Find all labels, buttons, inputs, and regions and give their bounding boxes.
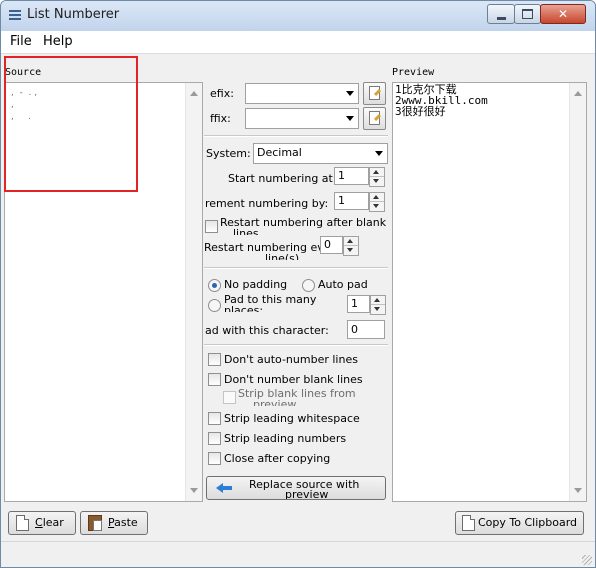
stepper-up-icon[interactable] <box>347 239 353 243</box>
minimize-icon <box>496 17 506 20</box>
preview-line: 3很好很好 <box>395 105 446 118</box>
close-after-copy-label: Close after copying <box>224 452 331 465</box>
copy-to-clipboard-button[interactable]: Copy To Clipboard <box>455 511 584 535</box>
stepper-up-icon[interactable] <box>373 170 379 174</box>
system-combo[interactable]: Decimal <box>253 143 388 164</box>
close-icon: ✕ <box>557 7 569 21</box>
status-bar <box>1 541 595 567</box>
dont-auto-number-checkbox[interactable] <box>208 353 221 366</box>
prefix-edit-button[interactable] <box>363 82 386 105</box>
restart-every-label-cont: line(s) <box>265 252 300 260</box>
strip-leading-whitespace-checkbox[interactable] <box>208 412 221 425</box>
close-button[interactable]: ✕ <box>540 4 586 24</box>
chevron-down-icon <box>375 151 383 156</box>
divider <box>204 267 388 269</box>
prefix-combo[interactable] <box>245 83 359 104</box>
strip-leading-numbers-label: Strip leading numbers <box>224 432 347 445</box>
paste-icon <box>88 515 102 531</box>
restart-every-label: Restart numbering ev <box>204 241 324 254</box>
pad-char-input[interactable]: 0 <box>347 320 385 339</box>
pad-places-label-cont: places: <box>224 304 264 312</box>
restart-after-blank-label-cont: lines <box>233 227 259 235</box>
replace-source-button[interactable]: Replace source with preview <box>206 476 386 500</box>
system-label: System: <box>206 147 251 160</box>
preview-scrollbar[interactable] <box>569 83 586 501</box>
arrow-left-icon <box>216 483 232 493</box>
paste-button[interactable]: Paste <box>80 511 148 535</box>
stepper-down-icon[interactable] <box>347 248 353 252</box>
divider <box>204 344 388 346</box>
stepper-down-icon[interactable] <box>373 179 379 183</box>
suffix-label: ffix: <box>210 112 231 125</box>
pad-places-radio[interactable] <box>208 299 221 312</box>
clear-button[interactable]: Clear <box>8 511 76 535</box>
source-scrollbar[interactable] <box>185 83 202 501</box>
title-bar[interactable]: List Numberer ✕ <box>1 1 595 31</box>
clear-label: Clear <box>35 516 64 529</box>
dont-number-blank-label: Don't number blank lines <box>224 373 363 386</box>
window-title: List Numberer <box>27 7 120 22</box>
scroll-down-icon[interactable] <box>190 488 198 493</box>
dont-auto-number-label: Don't auto-number lines <box>224 353 358 366</box>
close-after-copy-checkbox[interactable] <box>208 452 221 465</box>
preview-textarea[interactable]: 1比克尔下载 2www.bkill.com 3很好很好 <box>392 82 587 502</box>
system-value: Decimal <box>257 146 302 159</box>
replace-source-label-cont: preview <box>285 488 329 500</box>
paste-label: Paste <box>108 516 138 529</box>
preview-label: Preview <box>392 67 435 78</box>
stepper-down-icon[interactable] <box>374 307 380 311</box>
increment-label: rement numbering by: <box>205 197 329 210</box>
preview-text: 1比克尔下载 2www.bkill.com 3很好很好 <box>395 84 488 117</box>
list-icon <box>9 10 21 21</box>
app-window: List Numberer ✕ File Help Source Preview… <box>0 0 596 568</box>
options-panel: efix: ffix: System: Decimal Start number… <box>202 77 390 501</box>
chevron-down-icon <box>346 91 354 96</box>
stepper-arrows[interactable] <box>369 167 385 187</box>
stepper-arrows[interactable] <box>343 236 359 256</box>
increment-input[interactable]: 1 <box>334 192 369 210</box>
chevron-down-icon <box>346 116 354 121</box>
strip-leading-whitespace-label: Strip leading whitespace <box>224 412 360 425</box>
copy-to-clipboard-label: Copy To Clipboard <box>478 516 578 529</box>
scroll-up-icon[interactable] <box>190 91 198 96</box>
suffix-combo[interactable] <box>245 108 359 129</box>
menu-bar: File Help <box>1 31 595 54</box>
stepper-up-icon[interactable] <box>373 195 379 199</box>
stepper-up-icon[interactable] <box>374 298 380 302</box>
dont-number-blank-checkbox[interactable] <box>208 373 221 386</box>
prefix-label: efix: <box>210 87 234 100</box>
strip-blank-preview-checkbox[interactable] <box>223 391 236 404</box>
stepper-arrows[interactable] <box>369 192 385 212</box>
menu-help[interactable]: Help <box>43 34 73 49</box>
scroll-down-icon[interactable] <box>574 488 582 493</box>
menu-file[interactable]: File <box>10 34 32 49</box>
stepper-down-icon[interactable] <box>373 204 379 208</box>
resize-grip-icon[interactable] <box>582 555 592 565</box>
pad-places-input[interactable]: 1 <box>347 295 370 313</box>
highlight-rectangle <box>4 56 138 192</box>
no-padding-label: No padding <box>224 278 288 291</box>
restart-every-input[interactable]: 0 <box>320 236 343 254</box>
stepper-arrows[interactable] <box>370 295 386 315</box>
divider <box>204 135 388 137</box>
maximize-icon <box>522 9 533 19</box>
auto-pad-radio[interactable] <box>302 279 315 292</box>
suffix-edit-button[interactable] <box>363 107 386 130</box>
restart-after-blank-checkbox[interactable] <box>205 220 218 233</box>
document-icon <box>462 515 475 531</box>
scroll-up-icon[interactable] <box>574 91 582 96</box>
maximize-button[interactable] <box>514 4 541 24</box>
minimize-button[interactable] <box>487 4 515 24</box>
document-icon <box>16 515 29 531</box>
strip-blank-preview-label-cont: preview <box>253 398 297 406</box>
pad-char-label: ad with this character: <box>205 324 329 337</box>
no-padding-radio[interactable] <box>208 279 221 292</box>
start-input[interactable]: 1 <box>334 167 369 185</box>
auto-pad-label: Auto pad <box>318 278 368 291</box>
strip-leading-numbers-checkbox[interactable] <box>208 432 221 445</box>
start-label: Start numbering at: <box>228 172 337 185</box>
